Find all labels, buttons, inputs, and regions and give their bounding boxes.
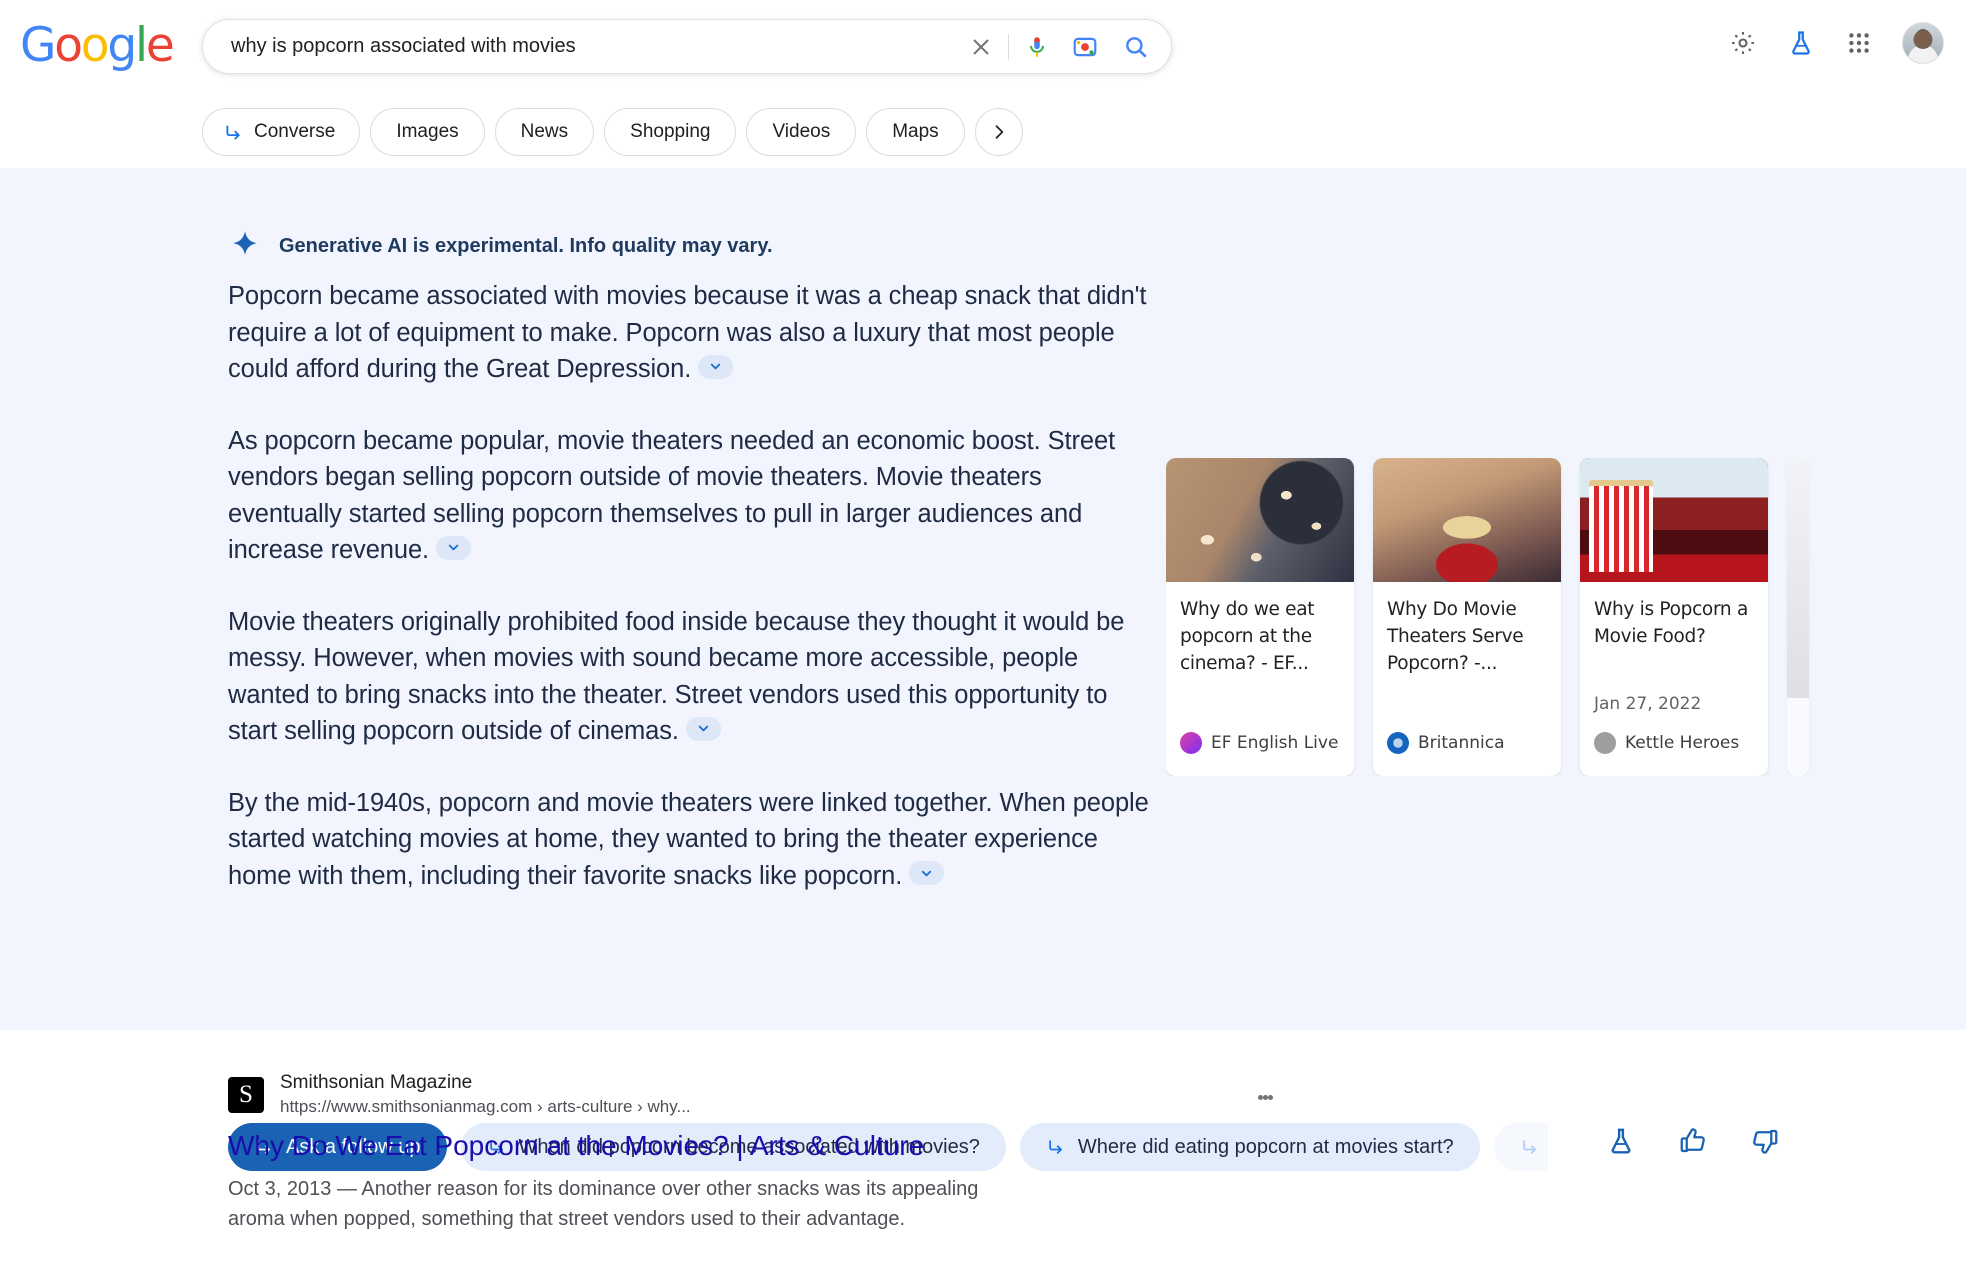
- chevron-down-icon[interactable]: [436, 535, 472, 560]
- kebab-menu-icon[interactable]: [1248, 1080, 1282, 1114]
- logo-letter: G: [20, 18, 56, 73]
- avatar[interactable]: [1902, 22, 1944, 64]
- source-card-title: Why is Popcorn a Movie Food?: [1594, 599, 1748, 647]
- smithsonian-favicon: S: [228, 1076, 264, 1113]
- logo-letter: l: [135, 18, 148, 73]
- ai-paragraph: By the mid-1940s, popcorn and movie thea…: [228, 785, 1158, 895]
- labs-flask-icon[interactable]: [1786, 28, 1816, 58]
- tab-label: Converse: [254, 121, 336, 142]
- labs-flask-icon[interactable]: [1606, 1126, 1636, 1156]
- ai-overview-panel: Generative AI is experimental. Info qual…: [0, 168, 1966, 1171]
- source-card-attribution: Kettle Heroes: [1594, 732, 1739, 754]
- partial-card-photo: [1787, 458, 1809, 698]
- tab-converse[interactable]: Converse: [202, 108, 361, 156]
- settings-gear-icon[interactable]: [1728, 28, 1758, 58]
- popcorn-film-reel-photo: [1166, 458, 1354, 582]
- popcorn-bag-theater-photo: [1580, 458, 1768, 582]
- source-card-site: EF English Live: [1211, 733, 1339, 753]
- woman-eating-popcorn-photo: [1373, 458, 1561, 582]
- britannica-favicon: [1387, 732, 1409, 754]
- source-card-partial[interactable]: [1787, 458, 1809, 776]
- source-card[interactable]: Why do we eat popcorn at the cinema? - E…: [1166, 458, 1354, 776]
- result-title-link[interactable]: Why Do We Eat Popcorn at the Movies? | A…: [228, 1127, 1228, 1165]
- logo-letter: e: [145, 18, 175, 73]
- tab-images[interactable]: Images: [370, 108, 485, 156]
- follow-up-arrow-icon: [1520, 1137, 1540, 1157]
- google-lens-icon[interactable]: [1065, 27, 1105, 67]
- tab-shopping[interactable]: Shopping: [604, 108, 737, 156]
- header-actions: [1728, 22, 1944, 64]
- ef-english-live-favicon: [1180, 732, 1202, 754]
- ai-disclaimer-text: Generative AI is experimental. Info qual…: [279, 234, 773, 257]
- google-logo[interactable]: Google: [20, 22, 175, 69]
- tab-label: News: [520, 121, 569, 142]
- thumb-down-icon[interactable]: [1750, 1126, 1780, 1156]
- thumb-up-icon[interactable]: [1678, 1126, 1708, 1156]
- source-card-attribution: Britannica: [1387, 732, 1505, 754]
- result-snippet: Oct 3, 2013 — Another reason for its dom…: [228, 1178, 979, 1230]
- ai-disclaimer: Generative AI is experimental. Info qual…: [228, 229, 773, 263]
- sparkle-icon: [228, 229, 262, 263]
- ai-source-cards: Why do we eat popcorn at the cinema? - E…: [1166, 458, 1866, 776]
- search-divider: [1008, 33, 1009, 60]
- ai-paragraph-text: Popcorn became associated with movies be…: [228, 282, 1147, 383]
- result-site-block: Smithsonian Magazine https://www.smithso…: [280, 1070, 691, 1119]
- source-card-title: Why do we eat popcorn at the cinema? - E…: [1180, 599, 1315, 674]
- ai-paragraph: As popcorn became popular, movie theater…: [228, 423, 1158, 569]
- tab-label: Videos: [772, 121, 831, 142]
- ai-feedback-actions: [1606, 1126, 1780, 1156]
- result-site-name: Smithsonian Magazine: [280, 1072, 473, 1093]
- source-card-attribution: EF English Live: [1180, 732, 1338, 754]
- source-card-title: Why Do Movie Theaters Serve Popcorn? -..…: [1387, 599, 1524, 674]
- logo-letter: o: [80, 18, 110, 73]
- kettle-heroes-favicon: [1594, 732, 1616, 754]
- source-card-site: Britannica: [1418, 733, 1505, 753]
- ai-paragraph-text: Movie theaters originally prohibited foo…: [228, 607, 1125, 746]
- ai-answer-body: Popcorn became associated with movies be…: [228, 278, 1158, 929]
- microphone-icon[interactable]: [1017, 27, 1057, 67]
- logo-letter: o: [54, 18, 83, 73]
- google-apps-grid-icon[interactable]: [1844, 28, 1874, 58]
- tab-maps[interactable]: Maps: [866, 108, 965, 156]
- close-icon[interactable]: [962, 28, 1000, 66]
- search-bar[interactable]: [202, 19, 1172, 74]
- ai-paragraph-text: By the mid-1940s, popcorn and movie thea…: [228, 788, 1149, 890]
- tab-label: Maps: [892, 121, 939, 142]
- search-result: S Smithsonian Magazine https://www.smith…: [228, 1070, 1273, 1234]
- source-card-site: Kettle Heroes: [1625, 733, 1740, 753]
- tab-news[interactable]: News: [494, 108, 595, 156]
- converse-arrow-icon: [223, 122, 244, 143]
- chevron-down-icon[interactable]: [685, 716, 721, 741]
- chevron-right-icon[interactable]: [974, 108, 1023, 156]
- logo-letter: g: [107, 18, 137, 73]
- ai-paragraph: Movie theaters originally prohibited foo…: [228, 604, 1158, 750]
- followup-chip-cutoff[interactable]: W: [1493, 1123, 1548, 1171]
- source-card-date: Jan 27, 2022: [1594, 694, 1702, 714]
- chevron-down-icon[interactable]: [909, 861, 945, 885]
- tab-label: Images: [396, 121, 459, 142]
- ai-paragraph: Popcorn became associated with movies be…: [228, 278, 1158, 388]
- result-header: S Smithsonian Magazine https://www.smith…: [228, 1070, 1228, 1119]
- search-tabs: Converse Images News Shopping Videos Map…: [202, 108, 1023, 156]
- chevron-down-icon[interactable]: [698, 354, 734, 379]
- source-card[interactable]: Why Do Movie Theaters Serve Popcorn? -..…: [1373, 458, 1561, 776]
- tab-videos[interactable]: Videos: [746, 108, 857, 156]
- tab-label: Shopping: [630, 121, 711, 142]
- ai-paragraph-text: As popcorn became popular, movie theater…: [228, 426, 1116, 565]
- search-icon[interactable]: [1115, 26, 1157, 68]
- result-url: https://www.smithsonianmag.com › arts-cu…: [280, 1097, 691, 1116]
- page-header: Google why is popcorn associated with mo…: [0, 0, 1966, 168]
- source-card[interactable]: Why is Popcorn a Movie Food? Jan 27, 202…: [1580, 458, 1768, 776]
- search-input[interactable]: [231, 35, 962, 58]
